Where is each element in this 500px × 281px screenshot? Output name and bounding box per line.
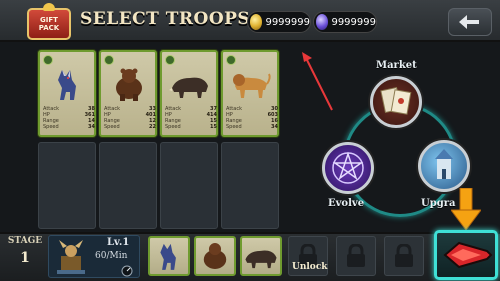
gold-coin-icon <box>250 14 263 30</box>
gift-pack-button[interactable]: GIFT PACK <box>27 3 71 40</box>
troop-card-lion[interactable]: Attack 30 HP 603 Range 16 Speed 34 <box>221 50 279 137</box>
stage-number: 1 <box>20 250 30 266</box>
tutorial-pointer-icon <box>302 52 333 111</box>
gem-icon <box>316 14 329 30</box>
back-arrow-icon <box>459 15 479 29</box>
wolf-icon <box>160 243 176 270</box>
troop-badge-icon <box>165 55 175 65</box>
back-button[interactable] <box>448 8 492 36</box>
coin-counter: 9999999 <box>247 11 311 33</box>
evolve-label: Evolve <box>328 198 365 209</box>
troop-stats: Attack 33 HP 401 Range 12 Speed 22 <box>104 106 156 130</box>
selected-troop-bear[interactable] <box>194 236 236 276</box>
empty-troop-slot[interactable] <box>160 142 218 229</box>
lock-icon <box>395 244 413 267</box>
hero-panel[interactable]: Lv.1 60/Min <box>48 235 140 278</box>
red-arrow-icon <box>443 241 493 269</box>
troop-stats: Attack 37 HP 414 Range 15 Speed 15 <box>165 106 217 130</box>
bear-icon <box>116 68 142 101</box>
locked-slot[interactable] <box>336 236 376 276</box>
market-label: Market <box>376 60 417 71</box>
gift-bow-icon <box>43 3 55 11</box>
unlock-label: Unlock <box>292 262 328 272</box>
gauge-icon <box>121 265 133 277</box>
top-bar: GIFT PACK SELECT TROOPS 9999999 9999999 <box>0 0 500 42</box>
wolf-icon <box>58 70 76 100</box>
lion-icon <box>233 73 271 98</box>
troop-card-wolf[interactable]: Attack 38 HP 361 Range 14 Speed 34 <box>38 50 96 137</box>
pentagram-icon <box>332 151 364 184</box>
troop-grid: Attack 38 HP 361 Range 14 Speed 34 Attack 33 … <box>28 44 298 232</box>
troop-stats: Attack 30 HP 603 Range 16 Speed 34 <box>226 106 278 130</box>
castle-tower-icon <box>435 149 453 179</box>
stage-label: STAGE <box>7 236 43 246</box>
market-cards-icon <box>380 86 412 115</box>
upgrade-button[interactable] <box>418 140 470 192</box>
empty-troop-slot[interactable] <box>99 142 157 229</box>
empty-troop-slot[interactable] <box>38 142 96 229</box>
down-arrow-hint-icon <box>451 188 481 231</box>
gem-amount: 9999999 <box>331 16 376 28</box>
troop-badge-icon <box>104 55 114 65</box>
selected-troop-boar[interactable] <box>240 236 282 276</box>
start-battle-button[interactable] <box>434 230 498 280</box>
market-button[interactable] <box>370 76 422 128</box>
hero-level: Lv.1 <box>107 237 130 248</box>
troop-stats: Attack 38 HP 361 Range 14 Speed 34 <box>43 106 95 130</box>
boar-icon <box>245 250 277 269</box>
gift-pack-label: GIFT PACK <box>38 16 60 32</box>
lock-icon <box>347 244 365 267</box>
boar-icon <box>169 77 208 98</box>
troop-badge-icon <box>43 55 53 65</box>
selected-troop-wolf[interactable] <box>148 236 190 276</box>
page-title: SELECT TROOPS <box>80 9 251 29</box>
troop-card-bear[interactable]: Attack 33 HP 401 Range 12 Speed 22 <box>99 50 157 137</box>
hero-portrait-icon <box>57 240 85 274</box>
troop-card-boar[interactable]: Attack 37 HP 414 Range 15 Speed 15 <box>160 50 218 137</box>
gem-counter: 9999999 <box>313 11 377 33</box>
empty-troop-slot[interactable] <box>221 142 279 229</box>
evolve-button[interactable] <box>322 142 374 194</box>
stage-indicator: STAGE 1 <box>4 236 46 278</box>
troop-badge-icon <box>226 55 236 65</box>
locked-slot[interactable] <box>384 236 424 276</box>
hero-rate: 60/Min <box>95 251 128 261</box>
bear-icon <box>203 243 227 269</box>
coin-amount: 9999999 <box>265 16 310 28</box>
